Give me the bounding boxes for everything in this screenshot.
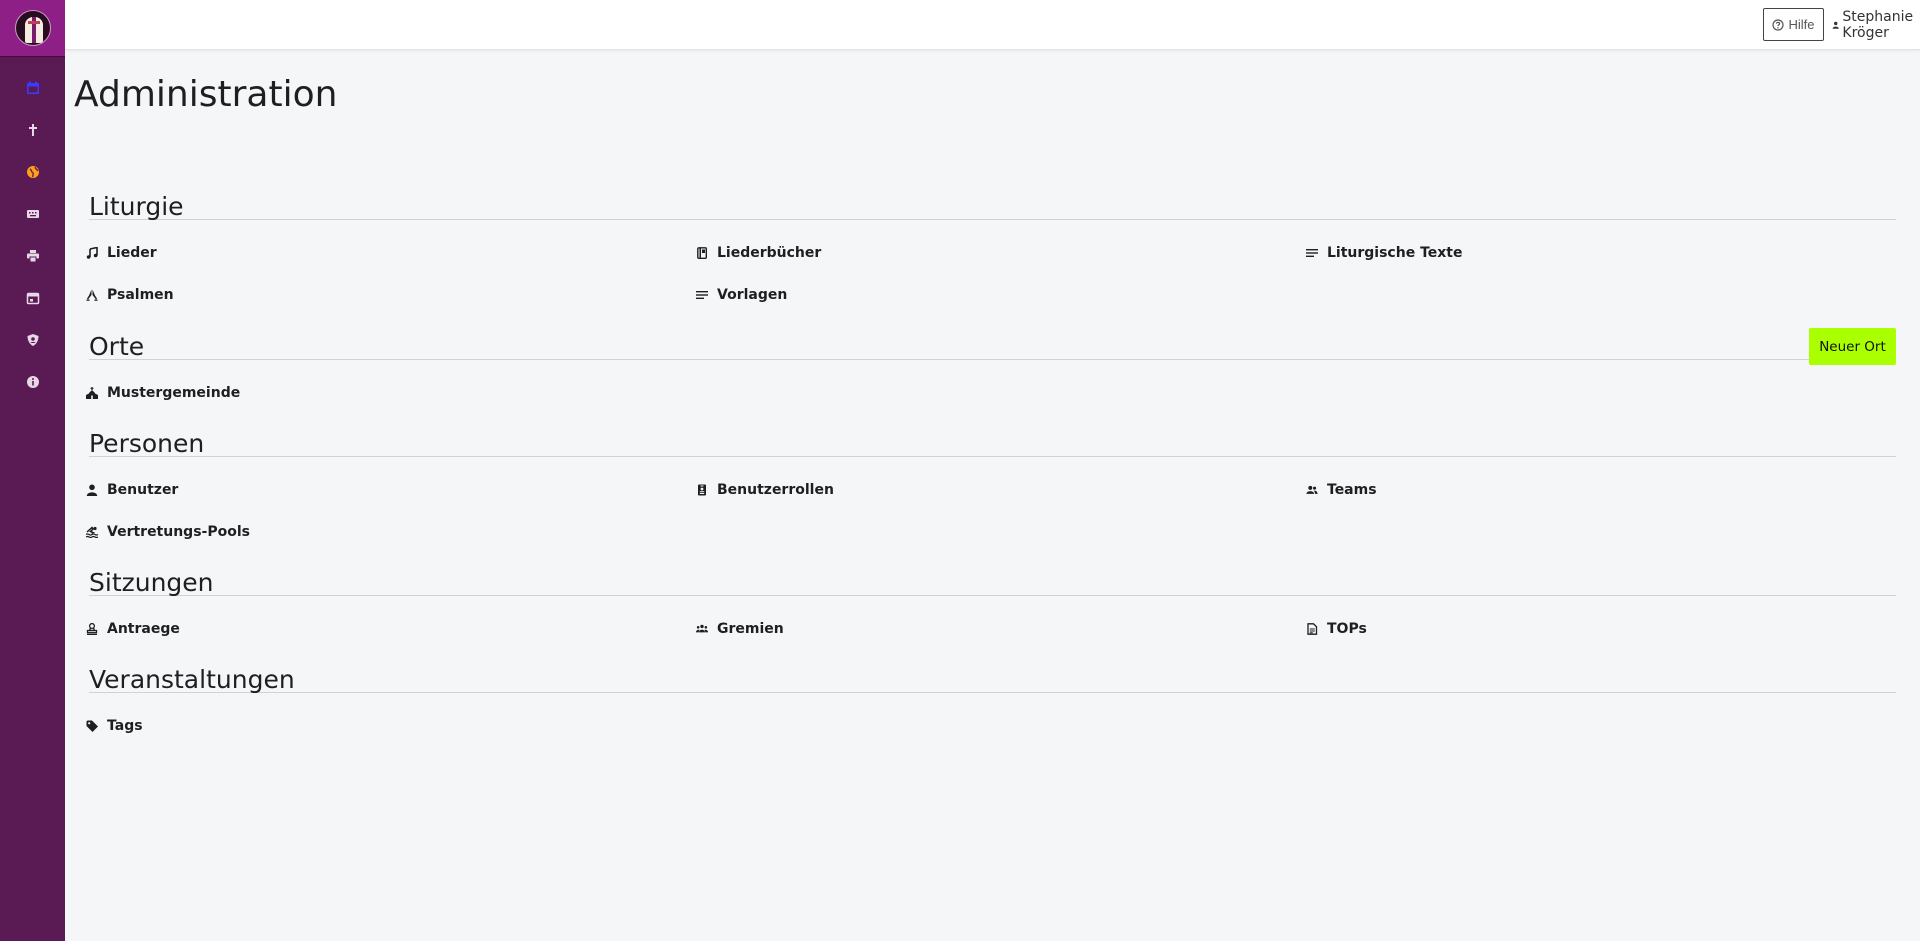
admin-link-benutzerrollen[interactable]: Benutzerrollen bbox=[696, 478, 1309, 502]
logo-link[interactable] bbox=[0, 0, 65, 57]
swimmer-icon bbox=[86, 526, 98, 538]
admin-link-lieder[interactable]: Lieder bbox=[86, 241, 699, 265]
help-label: Hilfe bbox=[1788, 17, 1815, 32]
section-header: Liturgie bbox=[89, 192, 1896, 221]
text-lines-icon bbox=[696, 291, 708, 299]
tag-icon bbox=[86, 720, 98, 732]
praying-hands-icon bbox=[86, 289, 98, 301]
user-shield-icon bbox=[27, 334, 38, 346]
printer-icon bbox=[26, 250, 39, 263]
link-label: Benutzer bbox=[107, 482, 179, 498]
section-sitzungen: Sitzungen Antraege Gremien TOPs bbox=[86, 568, 1896, 641]
info-icon bbox=[26, 376, 39, 388]
calendar-day-icon bbox=[26, 292, 39, 305]
new-location-button[interactable]: Neuer Ort bbox=[1809, 328, 1896, 365]
page-title: Administration bbox=[74, 74, 338, 115]
link-label: Benutzerrollen bbox=[717, 482, 834, 498]
sidebar-item-calendar[interactable] bbox=[0, 67, 65, 109]
link-label: Vertretungs-Pools bbox=[107, 524, 250, 540]
group-icon bbox=[696, 624, 708, 633]
church-icon bbox=[86, 387, 98, 399]
link-label: Vorlagen bbox=[717, 287, 788, 303]
user-name: Stephanie Kröger bbox=[1842, 9, 1914, 41]
admin-link-liturgische-texte[interactable]: Liturgische Texte bbox=[1306, 241, 1896, 265]
user-icon bbox=[86, 484, 98, 496]
sidebar-item-info[interactable] bbox=[0, 361, 65, 403]
section-header: Orte bbox=[89, 332, 1896, 361]
link-label: Liturgische Texte bbox=[1327, 245, 1463, 261]
sidebar-item-events[interactable] bbox=[0, 277, 65, 319]
link-grid: Benutzer Benutzerrollen Teams Vertretung… bbox=[86, 478, 1896, 544]
sidebar-item-admin[interactable] bbox=[0, 319, 65, 361]
file-text-icon bbox=[1307, 623, 1318, 635]
sidebar-nav bbox=[0, 67, 65, 403]
section-title: Liturgie bbox=[89, 192, 184, 221]
section-title: Veranstaltungen bbox=[89, 665, 295, 694]
question-circle-icon bbox=[1772, 18, 1785, 31]
link-grid: Antraege Gremien TOPs bbox=[86, 617, 1896, 641]
link-label: Teams bbox=[1327, 482, 1377, 498]
section-header: Personen bbox=[89, 429, 1896, 458]
admin-link-tops[interactable]: TOPs bbox=[1306, 617, 1896, 641]
help-button[interactable]: Hilfe bbox=[1763, 8, 1824, 41]
link-label: Antraege bbox=[107, 621, 180, 637]
sidebar bbox=[0, 0, 65, 941]
link-grid: Mustergemeinde bbox=[86, 381, 1896, 405]
text-lines-icon bbox=[1306, 249, 1318, 257]
keyboard-icon bbox=[26, 210, 39, 218]
user-menu-dropdown[interactable]: Stephanie Kröger bbox=[1832, 9, 1920, 41]
link-grid: Tags bbox=[86, 714, 1896, 738]
link-label: Mustergemeinde bbox=[107, 385, 241, 401]
sidebar-item-globe[interactable] bbox=[0, 151, 65, 193]
admin-link-antraege[interactable]: Antraege bbox=[86, 617, 699, 641]
id-badge-icon bbox=[698, 484, 706, 496]
link-label: Gremien bbox=[717, 621, 784, 637]
admin-link-vertretungs-pools[interactable]: Vertretungs-Pools bbox=[86, 520, 699, 544]
user-icon bbox=[1832, 21, 1839, 29]
section-header: Veranstaltungen bbox=[89, 665, 1896, 694]
section-title: Orte bbox=[89, 332, 145, 361]
section-veranstaltungen: Veranstaltungen Tags bbox=[86, 665, 1896, 738]
admin-link-benutzer[interactable]: Benutzer bbox=[86, 478, 699, 502]
link-label: Tags bbox=[107, 718, 143, 734]
link-label: Psalmen bbox=[107, 287, 174, 303]
app-logo bbox=[14, 10, 51, 46]
section-personen: Personen Benutzer Benutzerrollen Teams V… bbox=[86, 429, 1896, 544]
music-icon bbox=[86, 247, 98, 259]
globe-icon bbox=[26, 166, 39, 178]
link-grid: Lieder Liederbücher Liturgische Texte Ps… bbox=[86, 241, 1896, 307]
sidebar-item-cross[interactable] bbox=[0, 109, 65, 151]
admin-link-psalmen[interactable]: Psalmen bbox=[86, 283, 699, 307]
book-icon bbox=[697, 247, 707, 259]
sidebar-item-keyboard[interactable] bbox=[0, 193, 65, 235]
admin-link-mustergemeinde[interactable]: Mustergemeinde bbox=[86, 381, 699, 405]
link-label: Liederbücher bbox=[717, 245, 822, 261]
sidebar-item-print[interactable] bbox=[0, 235, 65, 277]
admin-link-teams[interactable]: Teams bbox=[1306, 478, 1896, 502]
stamp-icon bbox=[86, 623, 98, 635]
calendar-icon bbox=[26, 81, 39, 94]
link-label: TOPs bbox=[1327, 621, 1367, 637]
cross-icon bbox=[28, 124, 37, 136]
link-label: Lieder bbox=[107, 245, 157, 261]
admin-link-liederbuecher[interactable]: Liederbücher bbox=[696, 241, 1309, 265]
section-liturgie: Liturgie Lieder Liederbücher Liturgische… bbox=[86, 192, 1896, 307]
section-title: Personen bbox=[89, 429, 205, 458]
top-navbar: Hilfe Stephanie Kröger bbox=[65, 0, 1920, 50]
admin-link-gremien[interactable]: Gremien bbox=[696, 617, 1309, 641]
section-orte: Orte Neuer Ort Mustergemeinde bbox=[86, 328, 1896, 405]
admin-link-vorlagen[interactable]: Vorlagen bbox=[696, 283, 1309, 307]
admin-link-tags[interactable]: Tags bbox=[86, 714, 699, 738]
section-title: Sitzungen bbox=[89, 568, 214, 597]
section-header: Sitzungen bbox=[89, 568, 1896, 597]
users-icon bbox=[1306, 485, 1318, 494]
